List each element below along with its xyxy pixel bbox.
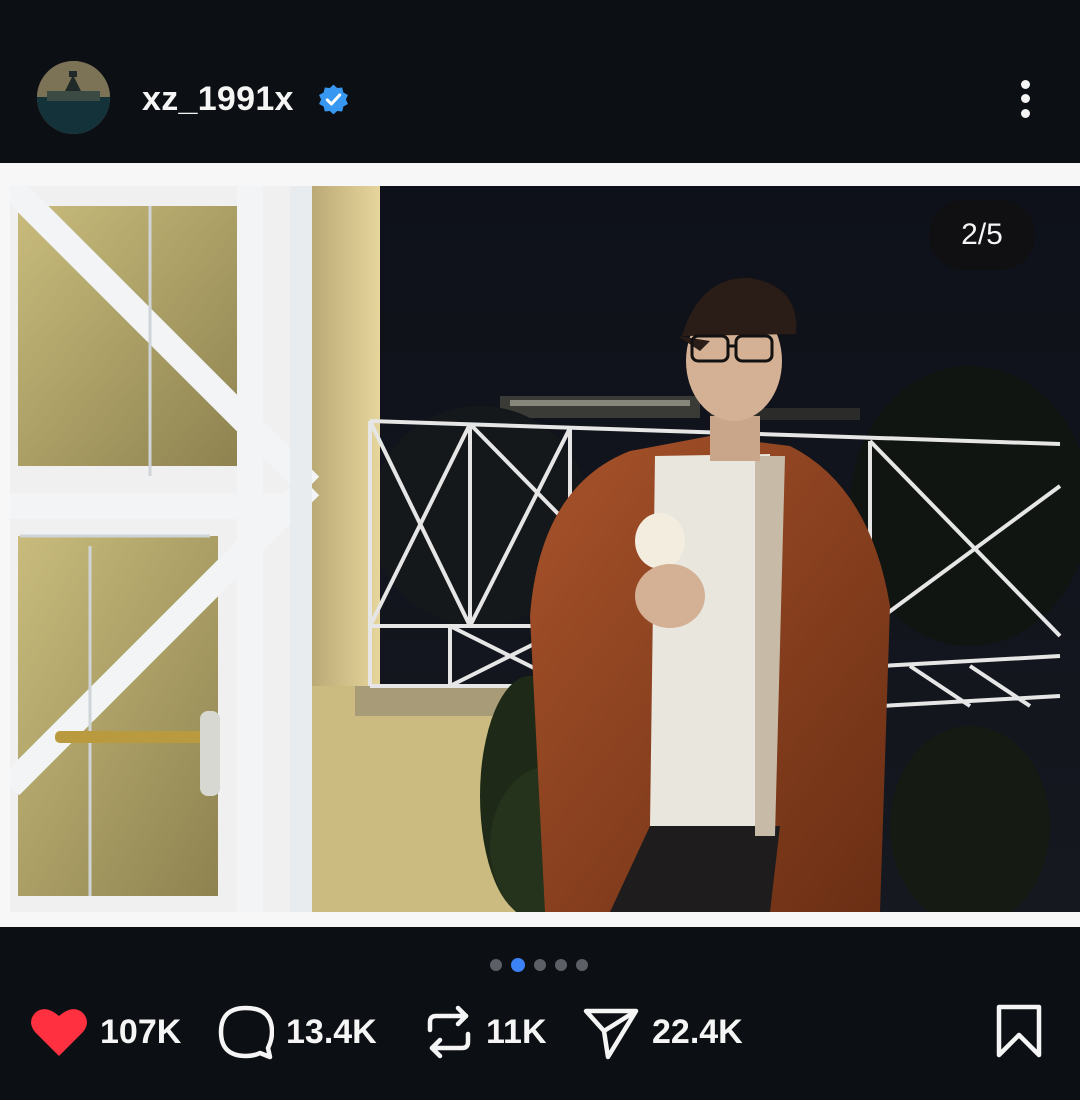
carousel-dot[interactable] [555,959,567,971]
more-options-button[interactable] [1008,76,1044,122]
post-header: xz_1991x [0,0,1080,163]
save-button[interactable] [995,1004,1043,1063]
repost-button[interactable]: 11K [424,1000,547,1064]
send-icon [583,1008,639,1060]
post-media[interactable]: 2/5 [0,163,1080,927]
repost-count: 11K [486,1012,547,1051]
more-vertical-icon [1021,80,1030,89]
avatar[interactable] [37,61,110,134]
repost-icon [427,1005,471,1059]
bookmark-icon [996,1004,1042,1058]
verified-badge-icon [319,84,348,115]
avatar-image [37,61,110,134]
share-button[interactable]: 22.4K [582,1000,743,1064]
username[interactable]: xz_1991x [142,80,294,119]
action-bar: 107K 13.4K 11K 22.4K [0,1000,1080,1070]
share-count: 22.4K [652,1012,743,1051]
slide-counter: 2/5 [929,200,1035,270]
carousel-dot[interactable] [576,959,588,971]
like-button[interactable]: 107K [30,1000,181,1064]
like-count: 107K [100,1012,182,1051]
carousel-indicator [490,958,588,972]
carousel-dot[interactable] [534,959,546,971]
comment-button[interactable]: 13.4K [218,1000,377,1064]
heart-icon [31,1009,87,1056]
comment-icon [218,1005,274,1060]
post-photo [10,186,1080,912]
carousel-dot-active[interactable] [511,958,525,972]
carousel-dot[interactable] [490,959,502,971]
comment-count: 13.4K [286,1012,377,1051]
